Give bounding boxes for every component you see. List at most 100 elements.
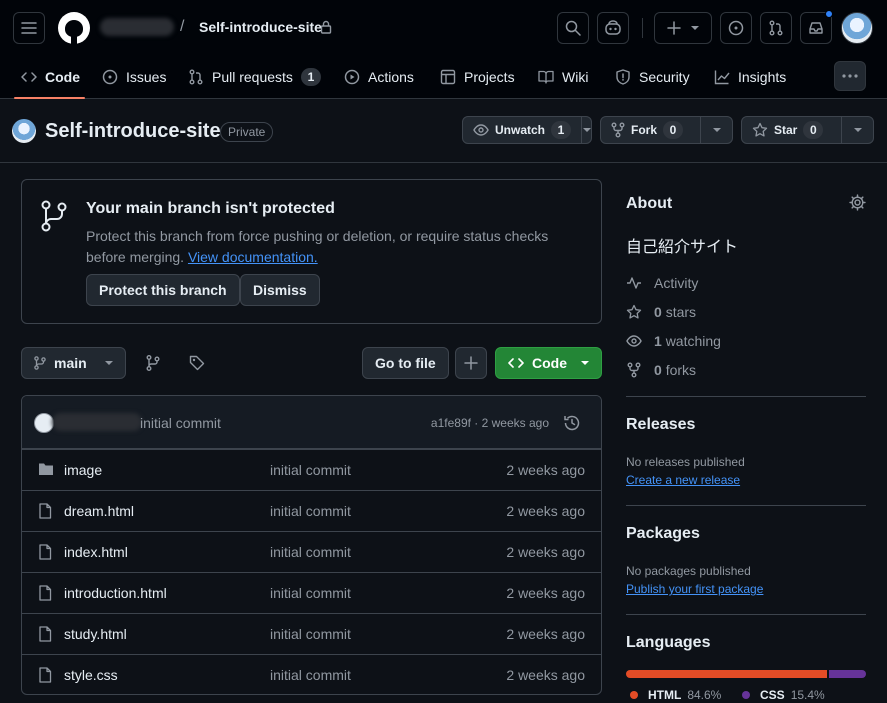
table-row[interactable]: study.html initial commit 2 weeks ago: [22, 613, 601, 654]
table-icon: [440, 69, 456, 85]
chevron-down-icon: [105, 361, 113, 365]
file-commit-message[interactable]: initial commit: [270, 585, 351, 601]
stars-link[interactable]: 0 stars: [626, 302, 696, 322]
kebab-horizontal-icon: [842, 74, 858, 78]
breadcrumb-repo-link[interactable]: Self-introduce-site: [199, 19, 322, 35]
file-name[interactable]: study.html: [64, 626, 127, 642]
create-new-button[interactable]: [654, 12, 712, 44]
tab-insights[interactable]: Insights: [714, 67, 786, 87]
commit-author-avatar[interactable]: [34, 413, 54, 433]
file-name[interactable]: style.css: [64, 667, 118, 683]
file-commit-message[interactable]: initial commit: [270, 667, 351, 683]
watch-dropdown[interactable]: [581, 117, 591, 143]
repo-forked-icon: [611, 122, 625, 138]
unwatch-button[interactable]: Unwatch 1: [463, 117, 581, 143]
branches-button[interactable]: [146, 355, 160, 371]
issues-button[interactable]: [720, 12, 752, 44]
tab-code[interactable]: Code: [21, 67, 80, 87]
table-row[interactable]: index.html initial commit 2 weeks ago: [22, 531, 601, 572]
chevron-down-icon: [581, 361, 589, 365]
file-commit-message[interactable]: initial commit: [270, 503, 351, 519]
repo-description: 自己紹介サイト: [626, 237, 739, 256]
user-avatar[interactable]: [841, 12, 873, 44]
divider: [626, 505, 866, 506]
tab-pull-requests[interactable]: Pull requests 1: [188, 67, 321, 87]
star-dropdown[interactable]: [841, 117, 873, 143]
file-age: 2 weeks ago: [506, 544, 585, 560]
repo-title[interactable]: Self-introduce-site: [45, 120, 221, 143]
activity-link[interactable]: Activity: [626, 273, 698, 293]
stars-text: 0 stars: [654, 304, 696, 320]
tab-security[interactable]: Security: [615, 67, 690, 87]
pulse-icon: [627, 277, 641, 289]
tab-label: Security: [639, 69, 690, 85]
breadcrumb-separator: /: [180, 18, 185, 35]
tags-button[interactable]: [189, 355, 205, 371]
branch-selector[interactable]: main: [21, 347, 126, 379]
owner-name-redacted[interactable]: [100, 18, 174, 36]
go-to-file-button[interactable]: Go to file: [362, 347, 449, 379]
repo-owner-avatar[interactable]: [12, 119, 36, 143]
table-row[interactable]: dream.html initial commit 2 weeks ago: [22, 490, 601, 531]
star-label: Star: [774, 123, 798, 137]
divider: [626, 396, 866, 397]
tab-issues[interactable]: Issues: [102, 67, 166, 87]
repo-forked-icon: [627, 362, 641, 378]
releases-heading[interactable]: Releases: [626, 416, 695, 434]
file-name[interactable]: image: [64, 462, 102, 478]
github-logo-icon[interactable]: [58, 12, 90, 44]
more-tabs-button[interactable]: [834, 61, 866, 91]
fork-label: Fork: [631, 123, 658, 137]
watch-count: 1: [551, 121, 572, 139]
banner-description: Protect this branch from force pushing o…: [86, 226, 576, 268]
file-commit-message[interactable]: initial commit: [270, 462, 351, 478]
language-bar-segment: [626, 670, 828, 678]
fork-dropdown[interactable]: [700, 117, 732, 143]
divider: [0, 162, 887, 163]
packages-heading[interactable]: Packages: [626, 525, 700, 543]
publish-package-link[interactable]: Publish your first package: [626, 582, 763, 596]
file-name[interactable]: index.html: [64, 544, 128, 560]
history-icon[interactable]: [563, 414, 581, 432]
lock-icon: [320, 20, 332, 34]
global-header: / Self-introduce-site Code Issues Pull r…: [0, 0, 887, 99]
gear-icon[interactable]: [849, 194, 866, 211]
tab-actions[interactable]: Actions: [344, 67, 414, 87]
latest-commit-hash-age[interactable]: a1fe89f · 2 weeks ago: [431, 416, 549, 430]
create-release-link[interactable]: Create a new release: [626, 473, 740, 487]
language-percent: 15.4%: [790, 688, 825, 702]
latest-commit-message[interactable]: initial commit: [140, 415, 221, 431]
table-row[interactable]: introduction.html initial commit 2 weeks…: [22, 572, 601, 613]
code-icon: [21, 72, 37, 82]
table-row[interactable]: style.css initial commit 2 weeks ago: [22, 654, 601, 694]
language-item-html[interactable]: HTML 84.6%: [630, 688, 721, 702]
code-dropdown-button[interactable]: Code: [495, 347, 602, 379]
language-item-css[interactable]: CSS 15.4%: [742, 688, 825, 702]
dismiss-button[interactable]: Dismiss: [240, 274, 320, 306]
commit-author-redacted[interactable]: [52, 413, 142, 431]
menu-button[interactable]: [13, 12, 45, 44]
graph-icon: [714, 70, 730, 85]
fork-button[interactable]: Fork 0: [601, 117, 700, 143]
tab-wiki[interactable]: Wiki: [538, 67, 588, 87]
chevron-down-icon: [582, 128, 591, 132]
star-button[interactable]: Star 0: [742, 117, 841, 143]
tab-projects[interactable]: Projects: [440, 67, 515, 87]
tab-label: Wiki: [562, 69, 589, 85]
add-file-button[interactable]: [455, 347, 487, 379]
view-documentation-link[interactable]: View documentation.: [188, 249, 318, 265]
file-age: 2 weeks ago: [506, 503, 585, 519]
file-name[interactable]: dream.html: [64, 503, 134, 519]
divider: [626, 614, 866, 615]
pull-requests-button[interactable]: [760, 12, 792, 44]
file-commit-message[interactable]: initial commit: [270, 544, 351, 560]
file-name[interactable]: introduction.html: [64, 585, 167, 601]
forks-link[interactable]: 0 forks: [626, 360, 696, 380]
search-button[interactable]: [557, 12, 589, 44]
watching-link[interactable]: 1 watching: [626, 331, 721, 351]
copilot-button[interactable]: [597, 12, 629, 44]
unwatch-button-group: Unwatch 1: [462, 116, 592, 144]
table-row[interactable]: image initial commit 2 weeks ago: [22, 449, 601, 490]
file-commit-message[interactable]: initial commit: [270, 626, 351, 642]
protect-this-branch-button[interactable]: Protect this branch: [86, 274, 240, 306]
